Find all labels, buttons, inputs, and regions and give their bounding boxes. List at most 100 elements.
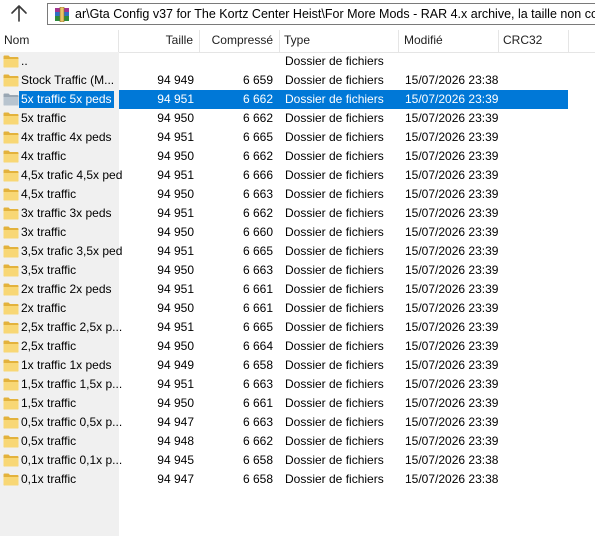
table-row[interactable]: .. Dossier de fichiers [0,52,595,71]
folder-icon-graphic [3,150,19,163]
folder-icon [3,92,19,106]
folder-icon [3,263,19,277]
folder-icon [3,396,19,410]
row-compressed: 6 661 [242,396,273,410]
row-size: 94 951 [157,282,194,296]
table-row[interactable]: 2,5x traffic 94 950 6 664 Dossier de fichie… [0,337,595,356]
row-size: 94 951 [157,377,194,391]
folder-icon-graphic [3,340,19,353]
folder-icon [3,54,19,68]
table-row[interactable]: 0,5x traffic 0,5x p... 94 947 6 663 Dossier… [0,413,595,432]
folder-icon-graphic [3,283,19,296]
table-row[interactable]: 3,5x traffic 94 950 6 663 Dossier de fichie… [0,261,595,280]
row-name: 3,5x traffic [21,263,77,277]
table-row[interactable]: 0,1x traffic 0,1x p... 94 945 6 658 Dossier… [0,451,595,470]
row-size: 94 950 [157,396,194,410]
row-compressed: 6 662 [242,206,273,220]
row-compressed: 6 662 [242,434,273,448]
table-row[interactable]: 4,5x traffic 94 950 6 663 Dossier de fichie… [0,185,595,204]
row-compressed: 6 664 [242,339,273,353]
row-name: 3x traffic [21,225,67,239]
table-row[interactable]: 0,5x traffic 94 948 6 662 Dossier de fichie… [0,432,595,451]
row-type: Dossier de fichiers [285,472,384,486]
row-name: 2x traffic 2x peds [21,282,112,296]
row-name: 3,5x trafic 3,5x ped [21,244,123,258]
table-row[interactable]: Stock Traffic (M... 94 949 6 659 Dossier de… [0,71,595,90]
folder-icon [3,225,19,239]
table-row[interactable]: 4x traffic 4x peds 94 951 6 665 Dossier de … [0,128,595,147]
column-type[interactable]: Type [280,30,399,52]
folder-icon-graphic [3,359,19,372]
folder-icon-graphic [3,454,19,467]
folder-icon-graphic [3,378,19,391]
column-modified[interactable]: Modifié [400,30,499,52]
row-type: Dossier de fichiers [285,453,384,467]
row-type: Dossier de fichiers [285,149,384,163]
table-row[interactable]: 3x traffic 94 950 6 660 Dossier de fichiers… [0,223,595,242]
column-compressed[interactable]: Compressé [200,30,280,52]
row-modified: 15/07/2026 23:39 [405,244,499,258]
row-modified: 15/07/2026 23:39 [405,206,499,220]
row-compressed: 6 663 [242,415,273,429]
row-name: 0,1x traffic [21,472,77,486]
row-compressed: 6 665 [242,130,273,144]
row-size: 94 951 [157,130,194,144]
folder-icon [3,187,19,201]
row-name: 2x traffic [21,301,67,315]
table-row[interactable]: 4,5x trafic 4,5x ped 94 951 6 666 Dossier d… [0,166,595,185]
table-row[interactable]: 2x traffic 94 950 6 661 Dossier de fichiers… [0,299,595,318]
folder-icon [3,149,19,163]
column-name[interactable]: Nom [0,30,119,52]
table-row[interactable]: 3,5x trafic 3,5x ped 94 951 6 665 Dossier d… [0,242,595,261]
row-compressed: 6 658 [242,472,273,486]
row-compressed: 6 663 [242,377,273,391]
row-size: 94 945 [157,453,194,467]
folder-icon-graphic [3,188,19,201]
row-modified: 15/07/2026 23:39 [405,434,499,448]
row-name: 0,1x traffic 0,1x p... [21,453,123,467]
folder-icon [3,206,19,220]
table-row[interactable]: 1x traffic 1x peds 94 949 6 658 Dossier de … [0,356,595,375]
row-name: 3x traffic 3x peds [21,206,112,220]
row-type: Dossier de fichiers [285,206,384,220]
folder-icon [3,244,19,258]
row-size: 94 950 [157,263,194,277]
table-row[interactable]: 3x traffic 3x peds 94 951 6 662 Dossier de … [0,204,595,223]
row-name: 1x traffic 1x peds [21,358,112,372]
table-row[interactable]: 0,1x traffic 94 947 6 658 Dossier de fichie… [0,470,595,489]
row-compressed: 6 662 [242,92,273,106]
row-modified: 15/07/2026 23:39 [405,377,499,391]
table-row[interactable]: 1,5x traffic 94 950 6 661 Dossier de fichie… [0,394,595,413]
folder-icon-graphic [3,74,19,87]
row-compressed: 6 666 [242,168,273,182]
row-modified: 15/07/2026 23:39 [405,358,499,372]
folder-icon-graphic [3,112,19,125]
column-size[interactable]: Taille [119,30,200,52]
column-crc32[interactable]: CRC32 [499,30,569,52]
toolbar: ar\Gta Config v37 for The Kortz Center H… [0,0,595,30]
row-modified: 15/07/2026 23:39 [405,168,499,182]
row-name: 2,5x traffic 2,5x p... [21,320,123,334]
folder-icon-graphic [3,397,19,410]
up-folder-button[interactable] [6,2,32,26]
folder-icon-graphic [3,245,19,258]
table-row[interactable]: 5x traffic 5x peds 94 951 6 662 Dossier de … [0,90,595,109]
folder-icon-graphic [3,473,19,486]
row-type: Dossier de fichiers [285,187,384,201]
row-type: Dossier de fichiers [285,339,384,353]
row-type: Dossier de fichiers [285,263,384,277]
table-row[interactable]: 2,5x traffic 2,5x p... 94 951 6 665 Dossier… [0,318,595,337]
folder-icon [3,415,19,429]
row-size: 94 950 [157,149,194,163]
table-row[interactable]: 5x traffic 94 950 6 662 Dossier de fichiers… [0,109,595,128]
table-row[interactable]: 2x traffic 2x peds 94 951 6 661 Dossier de … [0,280,595,299]
address-bar[interactable]: ar\Gta Config v37 for The Kortz Center H… [47,3,595,25]
table-row[interactable]: 1,5x traffic 1,5x p... 94 951 6 663 Dossier… [0,375,595,394]
row-modified: 15/07/2026 23:38 [405,73,499,87]
folder-icon-graphic [3,302,19,315]
row-name: 5x traffic [21,111,67,125]
row-type: Dossier de fichiers [285,434,384,448]
table-row[interactable]: 4x traffic 94 950 6 662 Dossier de fichiers… [0,147,595,166]
row-name: 1,5x traffic 1,5x p... [21,377,123,391]
row-type: Dossier de fichiers [285,111,384,125]
